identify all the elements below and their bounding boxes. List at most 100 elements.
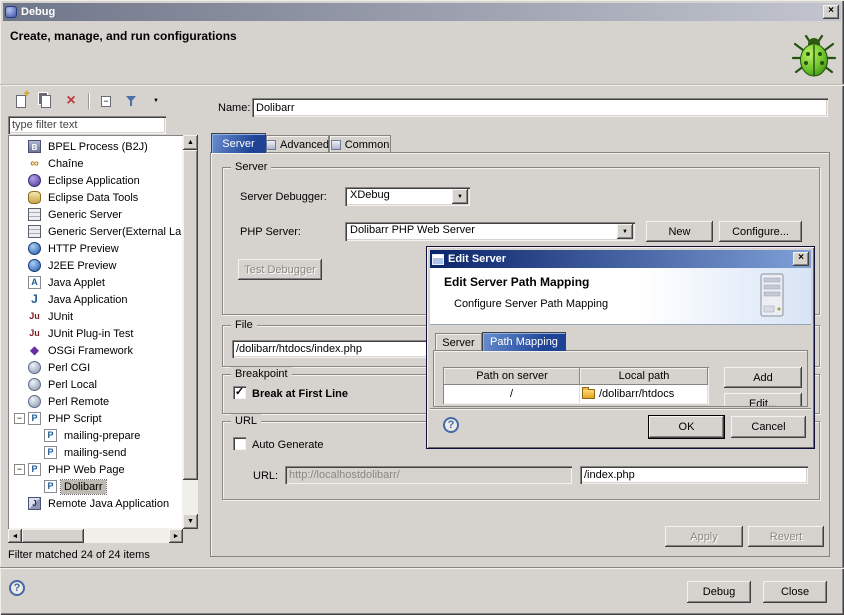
tree-item-dolibarr[interactable]: PDolibarr bbox=[10, 478, 183, 495]
dialog-tab-content: Path on server Local path / /dolibarr/ht… bbox=[433, 350, 808, 407]
breakpoint-group-title: Breakpoint bbox=[231, 367, 292, 381]
tree-horizontal-scrollbar[interactable]: ◄ ► bbox=[8, 529, 183, 543]
collapse-all-icon[interactable]: − bbox=[95, 91, 117, 111]
auto-generate-checkbox[interactable] bbox=[233, 437, 246, 450]
tree-item-generic-server[interactable]: Generic Server bbox=[10, 206, 183, 223]
tree-item-http-preview[interactable]: HTTP Preview bbox=[10, 240, 183, 257]
tree-vertical-scrollbar[interactable]: ▲ ▼ bbox=[183, 135, 198, 529]
dialog-close-icon[interactable] bbox=[793, 252, 809, 266]
tree-item-java-application[interactable]: JJava Application bbox=[10, 291, 183, 308]
ok-button[interactable]: OK bbox=[649, 416, 724, 438]
path-mapping-table[interactable]: Path on server Local path / /dolibarr/ht… bbox=[443, 367, 709, 404]
config-tree[interactable]: BBPEL Process (B2J)∞Chaîne Eclipse Applic… bbox=[8, 135, 183, 529]
tree-item-mailing-send[interactable]: Pmailing-send bbox=[10, 444, 183, 461]
revert-button[interactable]: Revert bbox=[748, 526, 824, 547]
j2ee-preview-icon bbox=[28, 259, 41, 272]
expander-spacer bbox=[14, 209, 25, 220]
column-header-path-on-server[interactable]: Path on server bbox=[444, 368, 580, 385]
titlebar[interactable]: Debug bbox=[3, 3, 841, 21]
expander-spacer bbox=[14, 362, 25, 373]
new-server-button[interactable]: New bbox=[646, 221, 713, 242]
scroll-thumb[interactable] bbox=[22, 529, 84, 543]
expander-spacer bbox=[14, 277, 25, 288]
debug-button[interactable]: Debug bbox=[687, 581, 751, 603]
configure-button[interactable]: Configure... bbox=[719, 221, 802, 242]
help-icon[interactable] bbox=[9, 580, 25, 596]
tree-item-php-script[interactable]: −PPHP Script bbox=[10, 410, 183, 427]
close-button[interactable]: Close bbox=[763, 581, 827, 603]
folder-icon bbox=[582, 389, 595, 399]
tree-item-remote-java-application[interactable]: JRemote Java Application bbox=[10, 495, 183, 512]
apply-button[interactable]: Apply bbox=[665, 526, 743, 547]
scroll-right-icon[interactable]: ► bbox=[169, 529, 183, 543]
tree-item-osgi-framework[interactable]: ◆OSGi Framework bbox=[10, 342, 183, 359]
expander-spacer bbox=[30, 447, 41, 458]
dialog-tab-server[interactable]: Server bbox=[435, 333, 482, 351]
test-debugger-button[interactable]: Test Debugger bbox=[238, 259, 322, 280]
tree-item-php-web-page[interactable]: −PPHP Web Page bbox=[10, 461, 183, 478]
tab-label: Common bbox=[345, 139, 390, 151]
edit-button[interactable]: Edit... bbox=[724, 393, 802, 407]
dialog-tab-path-mapping[interactable]: Path Mapping bbox=[482, 332, 566, 351]
name-input[interactable] bbox=[252, 98, 828, 117]
tree-item-bpel-process-b2j[interactable]: BBPEL Process (B2J) bbox=[10, 138, 183, 155]
table-row[interactable]: / /dolibarr/htdocs bbox=[444, 385, 708, 403]
edit-server-dialog: Edit Server Edit Server Path Mapping Con… bbox=[427, 247, 814, 448]
tree-item-perl-cgi[interactable]: Perl CGI bbox=[10, 359, 183, 376]
tree-item-label: J2EE Preview bbox=[45, 259, 119, 273]
tree-item-junit[interactable]: JuJUnit bbox=[10, 308, 183, 325]
scroll-left-icon[interactable]: ◄ bbox=[8, 529, 22, 543]
column-header-local-path[interactable]: Local path bbox=[580, 368, 708, 385]
dialog-banner: Edit Server Path Mapping Configure Serve… bbox=[430, 268, 811, 325]
collapse-expander-icon[interactable]: − bbox=[14, 464, 25, 475]
cancel-button[interactable]: Cancel bbox=[731, 416, 806, 438]
base-url-input[interactable] bbox=[285, 466, 572, 484]
tree-item-junit-plug-in-test[interactable]: JuJUnit Plug-in Test bbox=[10, 325, 183, 342]
perl-cgi-icon bbox=[28, 361, 41, 374]
scroll-thumb[interactable] bbox=[183, 150, 198, 480]
tree-item-perl-local[interactable]: Perl Local bbox=[10, 376, 183, 393]
tab-advanced[interactable]: Advanced bbox=[266, 135, 329, 153]
tree-item-java-applet[interactable]: AJava Applet bbox=[10, 274, 183, 291]
php-server-value: Dolibarr PHP Web Server bbox=[350, 224, 475, 236]
tree-item-mailing-prepare[interactable]: Pmailing-prepare bbox=[10, 427, 183, 444]
dropdown-arrow-icon[interactable] bbox=[617, 224, 633, 239]
scroll-down-icon[interactable]: ▼ bbox=[183, 514, 198, 529]
delete-configuration-icon[interactable] bbox=[60, 91, 82, 111]
file-group-title: File bbox=[231, 318, 257, 332]
perl-remote-icon bbox=[28, 395, 41, 408]
tree-item-generic-server-external-la[interactable]: Generic Server(External La bbox=[10, 223, 183, 240]
tree-item-label: Perl Local bbox=[45, 378, 100, 392]
close-icon[interactable] bbox=[823, 5, 839, 19]
tree-item-perl-remote[interactable]: Perl Remote bbox=[10, 393, 183, 410]
new-configuration-icon[interactable] bbox=[10, 91, 32, 111]
expander-spacer bbox=[14, 498, 25, 509]
filter-dropdown-arrow-icon[interactable] bbox=[145, 91, 167, 111]
url-path-input[interactable] bbox=[580, 466, 808, 484]
add-button[interactable]: Add bbox=[724, 367, 802, 388]
tree-item-j2ee-preview[interactable]: J2EE Preview bbox=[10, 257, 183, 274]
dialog-help-icon[interactable] bbox=[443, 417, 459, 433]
server-debugger-combo[interactable]: XDebug bbox=[345, 187, 470, 206]
scroll-up-icon[interactable]: ▲ bbox=[183, 135, 198, 150]
tree-item-eclipse-application[interactable]: Eclipse Application bbox=[10, 172, 183, 189]
break-at-first-line-checkbox[interactable]: ✓ bbox=[233, 386, 246, 399]
dropdown-arrow-icon[interactable] bbox=[452, 189, 468, 204]
expander-spacer bbox=[30, 481, 41, 492]
filter-input[interactable] bbox=[8, 116, 166, 134]
tab-server[interactable]: Server bbox=[211, 133, 266, 153]
tree-item-eclipse-data-tools[interactable]: Eclipse Data Tools bbox=[10, 189, 183, 206]
server-icon bbox=[755, 272, 791, 320]
tab-common[interactable]: Common bbox=[329, 135, 391, 153]
tree-item-label: Eclipse Application bbox=[45, 174, 143, 188]
filter-icon[interactable] bbox=[120, 91, 142, 111]
collapse-expander-icon[interactable]: − bbox=[14, 413, 25, 424]
php-server-combo[interactable]: Dolibarr PHP Web Server bbox=[345, 222, 635, 241]
tree-item-cha-ne[interactable]: ∞Chaîne bbox=[10, 155, 183, 172]
chain-icon: ∞ bbox=[28, 157, 41, 170]
duplicate-configuration-icon[interactable] bbox=[35, 91, 57, 111]
dialog-titlebar[interactable]: Edit Server bbox=[430, 250, 811, 268]
header-separator bbox=[0, 84, 844, 86]
expander-spacer bbox=[14, 345, 25, 356]
url-group-title: URL bbox=[231, 414, 261, 428]
